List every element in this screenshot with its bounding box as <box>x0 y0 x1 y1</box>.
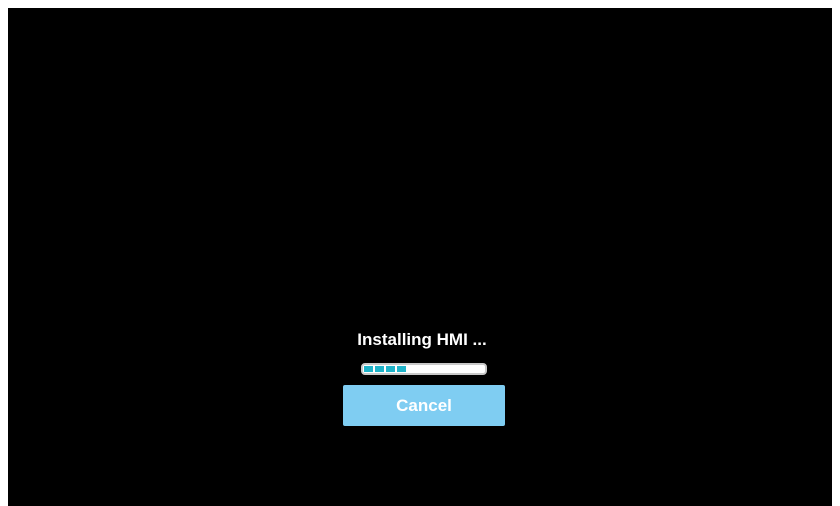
progress-fill <box>364 366 408 372</box>
cancel-button[interactable]: Cancel <box>343 385 505 426</box>
installer-screen: Installing HMI ... Cancel <box>8 8 832 506</box>
progress-bar <box>361 363 487 375</box>
progress-segment <box>386 366 395 372</box>
status-text: Installing HMI ... <box>357 330 487 349</box>
progress-segment <box>397 366 406 372</box>
progress-segment <box>364 366 373 372</box>
installer-dialog: Installing HMI ... Cancel <box>8 329 832 426</box>
progress-segment <box>375 366 384 372</box>
